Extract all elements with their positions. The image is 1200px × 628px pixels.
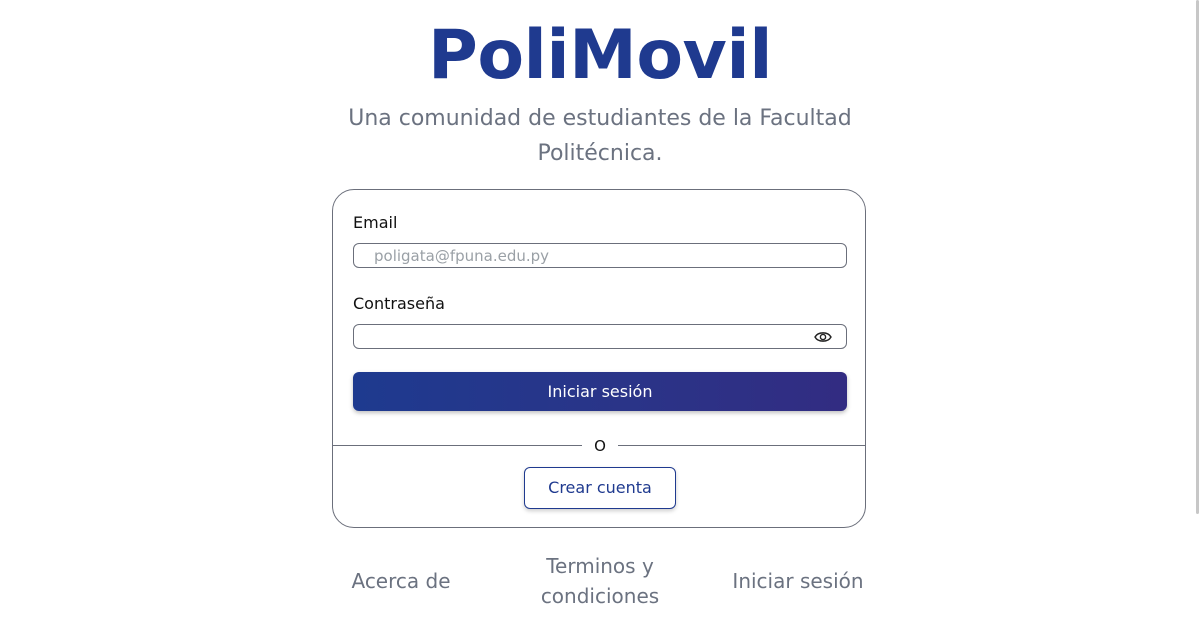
login-page: PoliMovil Una comunidad de estudiantes d… bbox=[0, 0, 1200, 628]
password-label: Contraseña bbox=[353, 294, 445, 313]
email-field[interactable]: poligata@fpuna.edu.py bbox=[353, 243, 847, 268]
footer-link-terms[interactable]: Terminos y condiciones bbox=[520, 551, 680, 611]
divider-text: O bbox=[582, 436, 618, 456]
email-placeholder: poligata@fpuna.edu.py bbox=[374, 247, 550, 265]
login-card: Email poligata@fpuna.edu.py Contraseña I… bbox=[332, 189, 866, 528]
login-button[interactable]: Iniciar sesión bbox=[353, 372, 847, 411]
eye-icon[interactable] bbox=[814, 329, 832, 345]
page-scrollbar[interactable] bbox=[1196, 0, 1199, 514]
app-title: PoliMovil bbox=[428, 16, 773, 95]
email-label: Email bbox=[353, 213, 398, 232]
create-account-button[interactable]: Crear cuenta bbox=[524, 467, 676, 509]
footer-link-login[interactable]: Iniciar sesión bbox=[718, 566, 878, 596]
password-field[interactable] bbox=[353, 324, 847, 349]
app-tagline: Una comunidad de estudiantes de la Facul… bbox=[348, 106, 852, 166]
footer-link-about[interactable]: Acerca de bbox=[340, 566, 462, 596]
